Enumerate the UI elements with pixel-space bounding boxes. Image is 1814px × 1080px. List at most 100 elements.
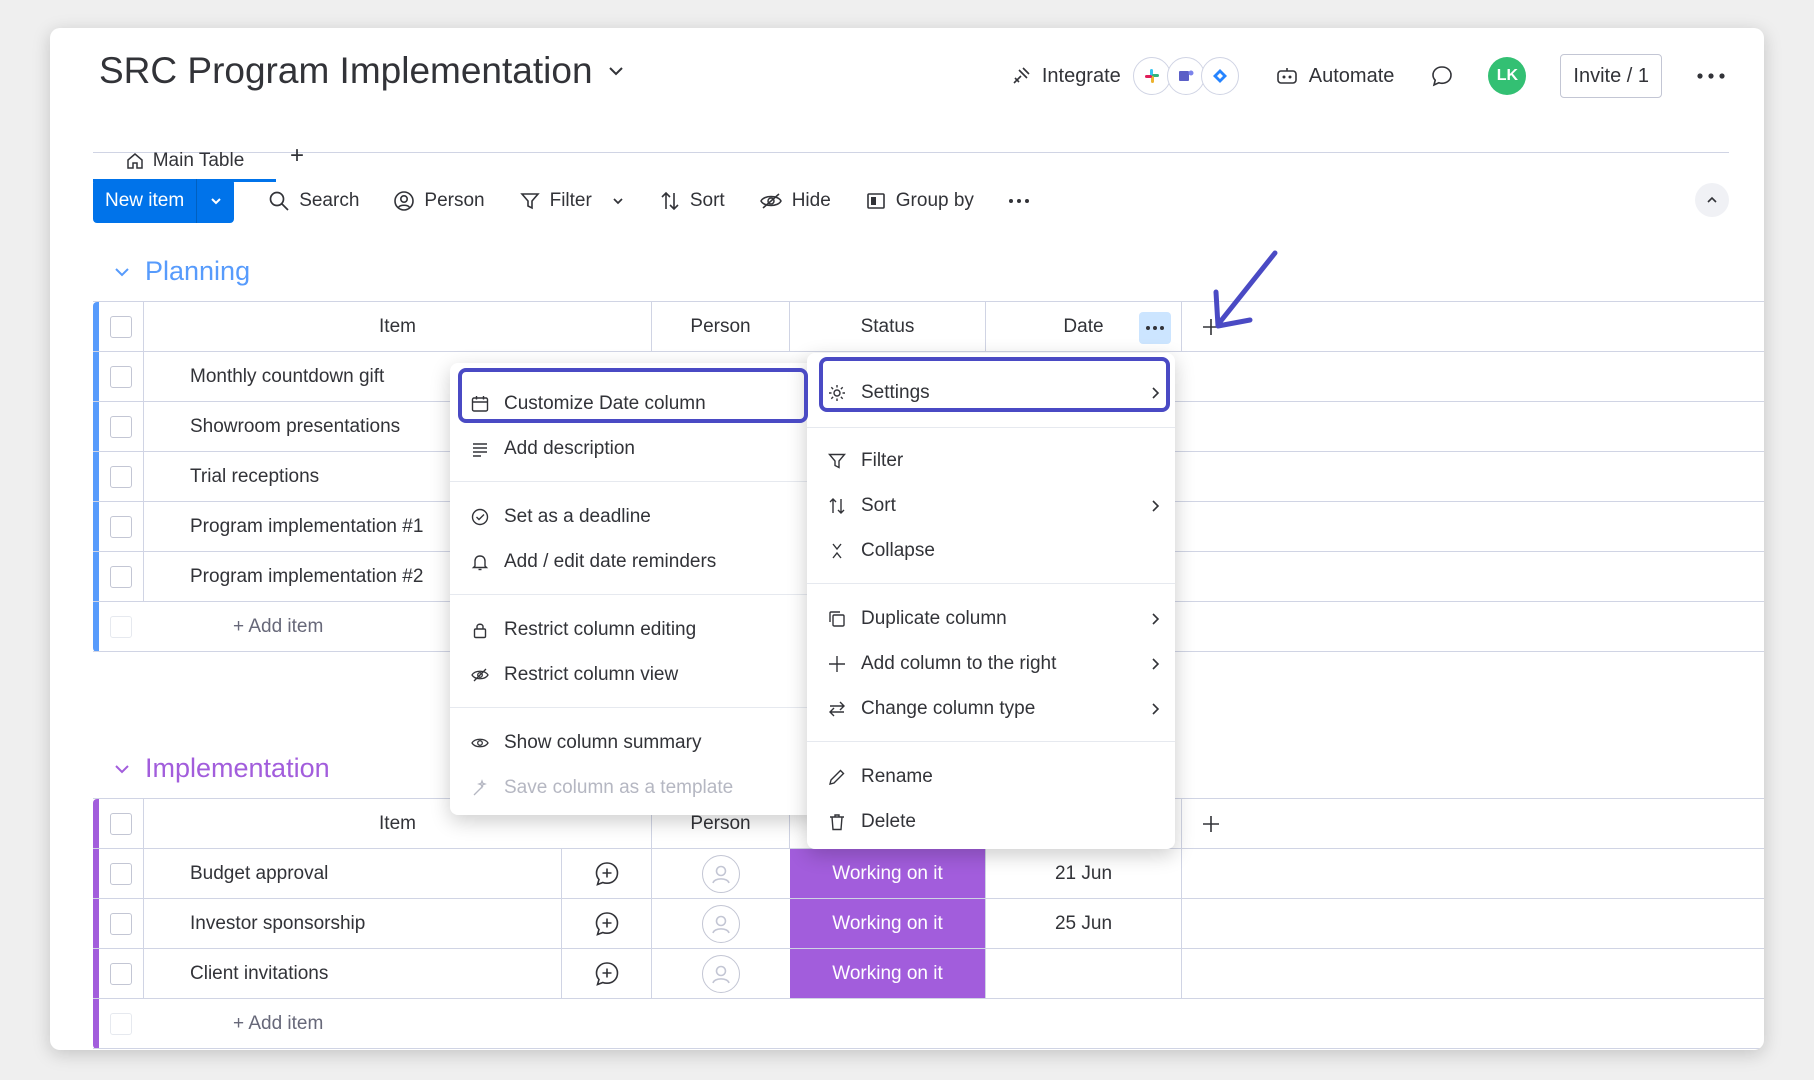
menu-item-collapse[interactable]: Collapse <box>827 532 1161 570</box>
board-toolbar: New item Search Person Filter Sort Hide <box>93 178 1729 224</box>
date-cell[interactable] <box>985 949 1181 998</box>
search-button[interactable]: Search <box>268 190 359 212</box>
invite-button[interactable]: Invite / 1 <box>1560 54 1662 98</box>
group-title-implementation[interactable]: Implementation <box>113 753 330 784</box>
table-row[interactable]: Client invitations Working on it <box>93 949 1764 999</box>
person-placeholder-icon[interactable] <box>701 954 740 993</box>
menu-item-date-reminders[interactable]: Add / edit date reminders <box>470 543 804 581</box>
menu-item-sort[interactable]: Sort <box>827 487 1161 525</box>
add-item-row[interactable]: + Add item <box>93 999 1764 1049</box>
column-header-date[interactable]: Date <box>985 302 1181 351</box>
menu-item-add-description[interactable]: Add description <box>470 430 804 468</box>
row-checkbox[interactable] <box>99 452 143 501</box>
filter-button[interactable]: Filter <box>519 190 625 212</box>
date-cell[interactable]: 25 Jun <box>985 899 1181 948</box>
new-item-label[interactable]: New item <box>93 179 196 223</box>
table-row[interactable]: Budget approval Working on it 21 Jun <box>93 849 1764 899</box>
collapse-header-icon[interactable] <box>1695 183 1729 217</box>
row-checkbox[interactable] <box>99 949 143 998</box>
board-title[interactable]: SRC Program Implementation <box>99 50 625 92</box>
menu-item-restrict-view[interactable]: Restrict column view <box>470 656 804 694</box>
filter-label: Filter <box>549 190 592 211</box>
item-name[interactable]: Client invitations <box>143 949 561 998</box>
sort-label: Sort <box>689 190 725 211</box>
column-more-icon[interactable] <box>1139 312 1171 344</box>
magic-icon <box>470 778 490 798</box>
person-filter-button[interactable]: Person <box>393 190 485 212</box>
menu-item-label: Restrict column view <box>504 664 679 685</box>
person-cell[interactable] <box>651 849 789 898</box>
column-header-date-label[interactable]: Date <box>1063 316 1103 338</box>
date-cell[interactable]: 21 Jun <box>985 849 1181 898</box>
item-name[interactable]: Investor sponsorship <box>143 899 561 948</box>
status-cell[interactable]: Working on it <box>789 849 985 898</box>
menu-item-duplicate-column[interactable]: Duplicate column <box>827 600 1161 638</box>
new-item-dropdown-icon[interactable] <box>196 179 234 223</box>
group-collapse-chevron-icon[interactable] <box>113 760 131 778</box>
add-update-icon[interactable] <box>561 849 651 898</box>
hide-button[interactable]: Hide <box>759 190 831 212</box>
menu-divider <box>450 707 818 708</box>
add-item-label[interactable]: + Add item <box>233 999 323 1048</box>
row-checkbox[interactable] <box>99 552 143 601</box>
column-header-person[interactable]: Person <box>651 302 789 351</box>
automate-button[interactable]: Automate <box>1275 65 1394 88</box>
menu-item-column-summary[interactable]: Show column summary <box>470 724 804 762</box>
menu-item-rename[interactable]: Rename <box>827 758 1161 796</box>
select-all-checkbox[interactable] <box>99 302 143 351</box>
group-title-text[interactable]: Planning <box>145 256 250 287</box>
menu-item-delete[interactable]: Delete <box>827 803 1161 841</box>
status-cell[interactable]: Working on it <box>789 949 985 998</box>
board-title-text[interactable]: SRC Program Implementation <box>99 50 593 92</box>
menu-item-label: Sort <box>861 495 896 516</box>
row-checkbox[interactable] <box>99 899 143 948</box>
menu-item-filter[interactable]: Filter <box>827 442 1161 480</box>
eye-off-icon <box>759 190 783 212</box>
column-header-status[interactable]: Status <box>789 302 985 351</box>
row-checkbox[interactable] <box>99 402 143 451</box>
menu-divider <box>450 594 818 595</box>
column-header-item[interactable]: Item <box>143 302 651 351</box>
chevron-down-icon[interactable] <box>611 194 625 208</box>
menu-item-add-column-right[interactable]: Add column to the right <box>827 645 1161 683</box>
menu-item-restrict-editing[interactable]: Restrict column editing <box>470 611 804 649</box>
row-checkbox[interactable] <box>99 502 143 551</box>
updates-button[interactable] <box>1430 64 1454 88</box>
more-options-icon[interactable] <box>1696 72 1726 80</box>
chevron-right-icon <box>1149 702 1161 716</box>
menu-item-set-deadline[interactable]: Set as a deadline <box>470 498 804 536</box>
toolbar-more-icon[interactable] <box>1008 198 1030 204</box>
person-cell[interactable] <box>651 899 789 948</box>
add-column-icon[interactable] <box>1181 799 1239 848</box>
chevron-down-icon[interactable] <box>607 62 625 80</box>
group-title-text[interactable]: Implementation <box>145 753 330 784</box>
item-name[interactable]: Budget approval <box>143 849 561 898</box>
menu-item-label: Add column to the right <box>861 653 1057 674</box>
select-all-checkbox[interactable] <box>99 799 143 848</box>
collapse-icon <box>827 541 847 561</box>
integrate-button[interactable]: Integrate <box>1010 57 1239 95</box>
add-view-button[interactable]: + <box>290 142 304 170</box>
table-row[interactable]: Investor sponsorship Working on it 25 Ju… <box>93 899 1764 949</box>
row-checkbox <box>99 999 143 1048</box>
person-placeholder-icon[interactable] <box>701 904 740 943</box>
sort-button[interactable]: Sort <box>659 190 725 212</box>
person-cell[interactable] <box>651 949 789 998</box>
status-cell[interactable]: Working on it <box>789 899 985 948</box>
row-checkbox[interactable] <box>99 849 143 898</box>
add-item-label[interactable]: + Add item <box>233 602 323 651</box>
new-item-button[interactable]: New item <box>93 179 235 223</box>
add-update-icon[interactable] <box>561 949 651 998</box>
tabs-divider <box>93 152 1729 153</box>
tab-main-table[interactable]: Main Table <box>93 142 276 182</box>
menu-item-change-column-type[interactable]: Change column type <box>827 690 1161 728</box>
add-update-icon[interactable] <box>561 899 651 948</box>
integration-app-badges <box>1132 57 1239 95</box>
group-title-planning[interactable]: Planning <box>113 256 250 287</box>
group-by-button[interactable]: Group by <box>865 190 974 212</box>
group-collapse-chevron-icon[interactable] <box>113 263 131 281</box>
avatar[interactable]: LK <box>1488 57 1527 95</box>
person-placeholder-icon[interactable] <box>701 854 740 893</box>
header-actions: Integrate Automate LK Invite / 1 <box>1010 50 1726 102</box>
row-checkbox[interactable] <box>99 352 143 401</box>
